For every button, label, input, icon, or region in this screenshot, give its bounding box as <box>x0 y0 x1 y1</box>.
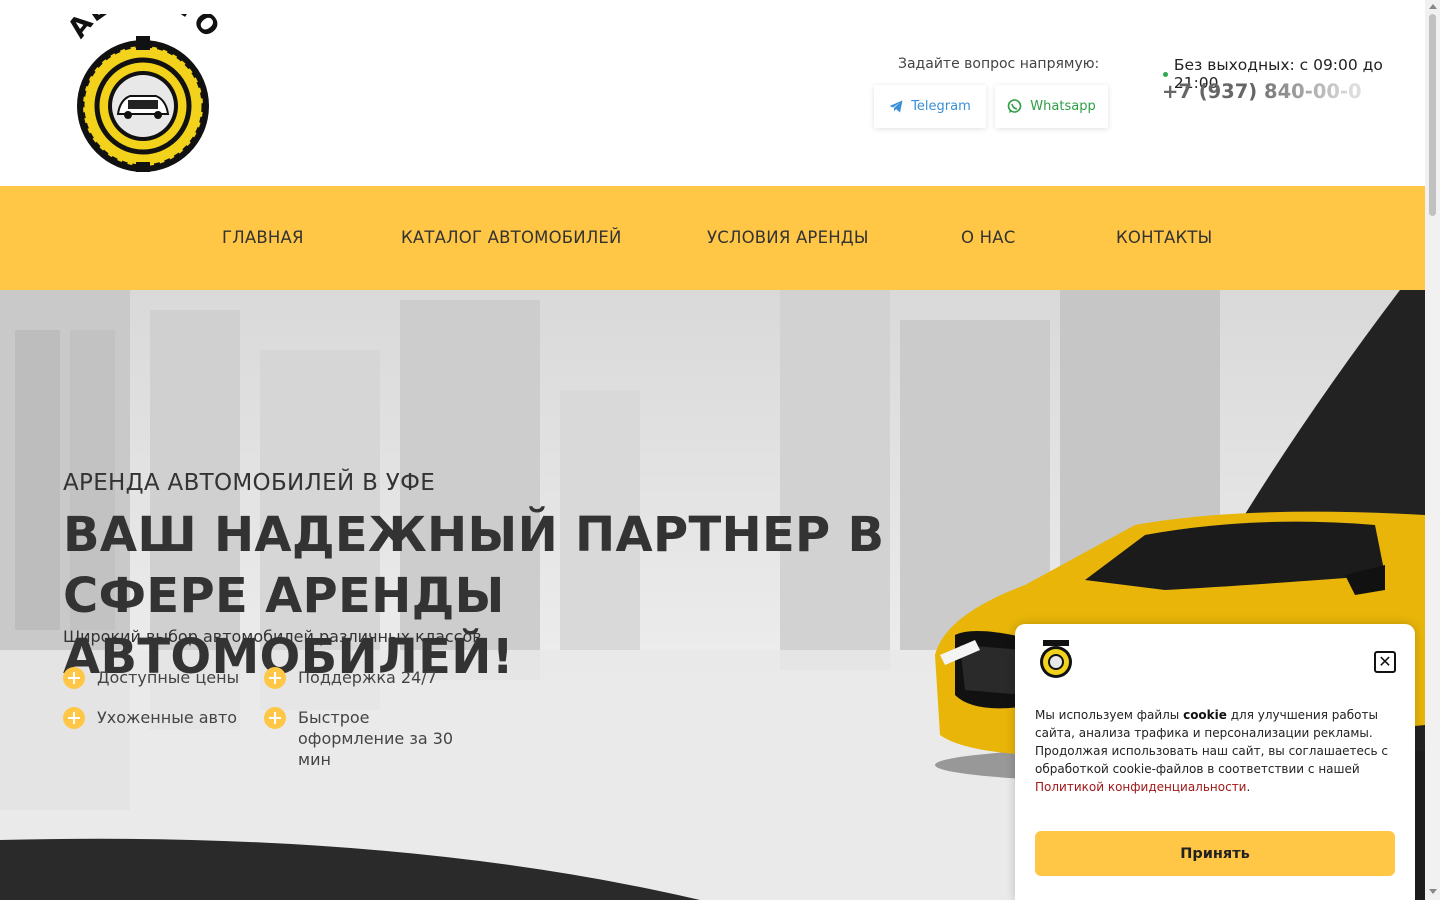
cookie-text-bold: cookie <box>1183 708 1227 722</box>
page: ALGAUTO Задайте вопрос напрямую: Telegra… <box>0 0 1440 900</box>
feature-label: Доступные цены <box>97 668 240 687</box>
scroll-down-icon[interactable] <box>1429 889 1437 894</box>
nav-item-contacts[interactable]: КОНТАКТЫ <box>1116 228 1212 247</box>
cookie-banner-logo <box>1040 640 1072 678</box>
site-header: ALGAUTO Задайте вопрос напрямую: Telegra… <box>0 0 1425 186</box>
algauto-logo[interactable]: ALGAUTO <box>58 14 228 176</box>
phone-faded: 840-00-0 <box>1264 80 1362 103</box>
feature-item: Быстрое оформление за 30 мин <box>264 707 464 770</box>
feature-label: Поддержка 24/7 <box>298 668 437 687</box>
scrollbar-thumb[interactable] <box>1429 14 1436 216</box>
scroll-up-icon[interactable] <box>1429 4 1437 9</box>
nav-item-rental-terms[interactable]: УСЛОВИЯ АРЕНДЫ <box>707 228 869 247</box>
accept-cookies-button[interactable]: Принять <box>1035 831 1395 876</box>
cookie-text: Мы используем файлы cookie для улучшения… <box>1035 706 1400 796</box>
plus-circle-icon <box>63 667 85 689</box>
cookie-banner: ✕ Мы используем файлы cookie для улучшен… <box>1015 624 1415 900</box>
nav-item-about[interactable]: О НАС <box>961 228 1015 247</box>
telegram-button[interactable]: Telegram <box>874 85 986 128</box>
plus-circle-icon <box>264 707 286 729</box>
cookie-text-end: . <box>1246 780 1251 794</box>
feature-item: Ухоженные авто <box>63 707 237 729</box>
telegram-icon <box>889 100 903 113</box>
plus-circle-icon <box>264 667 286 689</box>
whatsapp-label: Whatsapp <box>1030 99 1096 114</box>
telegram-label: Telegram <box>911 99 971 114</box>
privacy-policy-link[interactable]: Политикой конфиденциальности <box>1035 780 1246 794</box>
page-scrollbar[interactable] <box>1425 0 1440 900</box>
phone-number[interactable]: +7 (937) 840-00-0 <box>1162 80 1362 103</box>
close-cookie-button[interactable]: ✕ <box>1374 651 1396 673</box>
close-icon: ✕ <box>1378 652 1392 671</box>
feature-item: Доступные цены <box>63 667 239 689</box>
nav-item-catalog[interactable]: КАТАЛОГ АВТОМОБИЛЕЙ <box>401 228 622 247</box>
main-nav: ГЛАВНАЯ КАТАЛОГ АВТОМОБИЛЕЙ УСЛОВИЯ АРЕН… <box>0 186 1425 290</box>
phone-visible: +7 (937) <box>1162 80 1265 103</box>
cookie-text-part: Мы используем файлы <box>1035 708 1184 722</box>
whatsapp-icon <box>1007 99 1022 113</box>
ask-question-label: Задайте вопрос напрямую: <box>898 56 1100 72</box>
status-dot-icon <box>1163 71 1168 77</box>
hero-description: Широкий выбор автомобилей различных клас… <box>63 627 482 646</box>
hero-title: ВАШ НАДЕЖНЫЙ ПАРТНЕР В СФЕРЕ АРЕНДЫ АВТО… <box>63 507 885 685</box>
plus-circle-icon <box>63 707 85 729</box>
feature-label: Ухоженные авто <box>97 708 238 727</box>
feature-item: Поддержка 24/7 <box>264 667 437 689</box>
whatsapp-button[interactable]: Whatsapp <box>995 85 1108 128</box>
hero-subtitle: АРЕНДА АВТОМОБИЛЕЙ В УФЕ <box>63 470 436 496</box>
nav-item-home[interactable]: ГЛАВНАЯ <box>222 228 304 247</box>
feature-label: Быстрое оформление за 30 мин <box>298 708 454 769</box>
